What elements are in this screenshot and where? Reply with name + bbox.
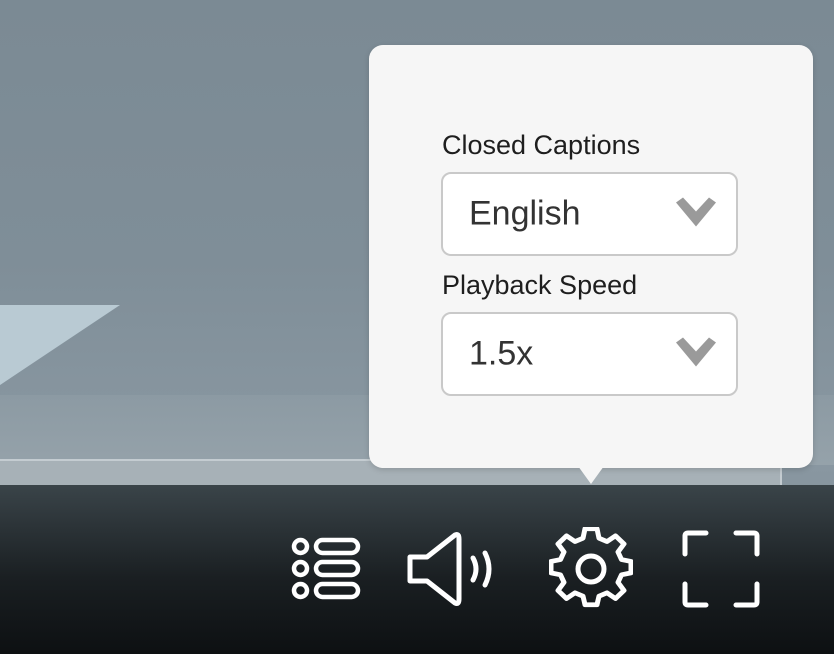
fullscreen-icon (680, 528, 762, 610)
volume-icon (407, 529, 497, 609)
captions-select[interactable]: English (441, 172, 738, 256)
chevron-down-icon (674, 197, 718, 232)
volume-button[interactable] (407, 527, 497, 611)
playlist-button[interactable] (282, 527, 366, 611)
gear-icon (549, 527, 633, 611)
playlist-icon (284, 529, 364, 609)
chevron-down-icon (674, 337, 718, 372)
settings-button[interactable] (549, 527, 633, 611)
speed-value: 1.5x (469, 334, 534, 373)
speed-label: Playback Speed (442, 270, 638, 300)
speed-select[interactable]: 1.5x (441, 312, 738, 396)
captions-label: Closed Captions (442, 130, 641, 160)
video-frame-highlight (0, 305, 120, 385)
captions-value: English (469, 194, 581, 233)
popup-pointer (578, 466, 604, 484)
settings-popup: Closed Captions English Playback Speed 1… (369, 45, 813, 468)
video-player: Closed Captions English Playback Speed 1… (0, 0, 834, 654)
fullscreen-button[interactable] (679, 527, 763, 611)
